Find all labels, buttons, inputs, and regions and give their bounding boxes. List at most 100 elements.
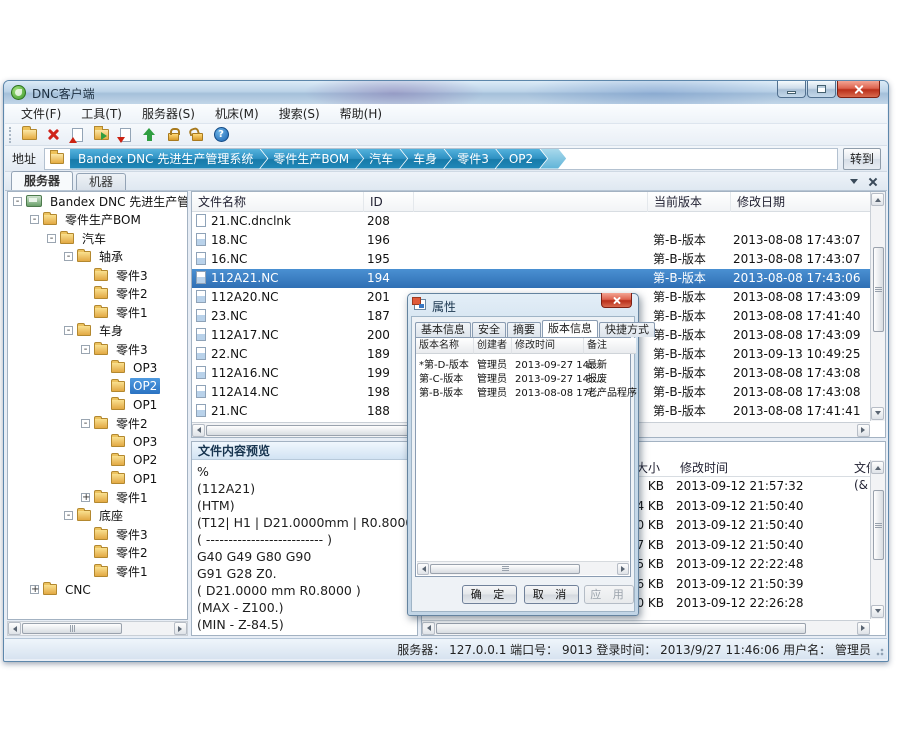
tree-item[interactable]: +CNC — [8, 581, 187, 600]
toolbar-lock-button[interactable] — [161, 125, 185, 145]
tree-item[interactable]: -OP3 — [8, 359, 187, 378]
panel-close-icon[interactable] — [868, 177, 877, 186]
scroll-down-icon[interactable] — [871, 605, 884, 618]
minimize-button[interactable] — [777, 81, 806, 98]
table-row[interactable]: 16.NC195第-B-版本2013-08-08 17:43:07 — [192, 250, 870, 269]
breadcrumb-item[interactable]: 零件3 — [444, 149, 503, 169]
table-row[interactable]: 21.NC.dnclnk208 — [192, 212, 870, 231]
tree-item[interactable]: -轴承 — [8, 248, 187, 267]
version-row[interactable]: *第-D-版本管理员2013-09-27 14:...最新 — [416, 359, 630, 373]
menu-item[interactable]: 机床(M) — [205, 103, 269, 124]
scroll-thumb[interactable] — [873, 247, 884, 332]
collapse-icon[interactable]: - — [30, 215, 39, 224]
scroll-thumb[interactable] — [430, 564, 580, 574]
attachments-vscrollbar[interactable] — [870, 460, 885, 619]
dialog-tab-基本信息[interactable]: 基本信息 — [415, 322, 471, 337]
maximize-button[interactable] — [807, 81, 836, 98]
dialog-tab-摘要[interactable]: 摘要 — [507, 322, 541, 337]
scroll-thumb[interactable] — [873, 490, 884, 560]
breadcrumb-item[interactable]: 零件生产BOM — [260, 149, 363, 169]
column-header-id[interactable]: ID — [364, 192, 414, 212]
go-button[interactable]: 转到 — [843, 148, 881, 170]
address-input[interactable]: Bandex DNC 先进生产管理系统零件生产BOM汽车车身零件3OP2 — [44, 148, 838, 170]
dialog-title-bar[interactable]: 属性 — [408, 294, 638, 315]
chevron-down-icon[interactable] — [850, 179, 858, 188]
column-header-filename[interactable]: 文件名称 — [192, 192, 364, 212]
breadcrumb-item[interactable]: 车身 — [400, 149, 451, 169]
collapse-icon[interactable]: - — [47, 234, 56, 243]
tree-item[interactable]: -OP1 — [8, 396, 187, 415]
dialog-tab-快捷方式[interactable]: 快捷方式 — [599, 322, 655, 337]
tree-item[interactable]: -车身 — [8, 322, 187, 341]
breadcrumb-item[interactable]: 汽车 — [356, 149, 407, 169]
table-row[interactable]: 112A21.NC194第-B-版本2013-08-08 17:43:06 — [192, 269, 870, 288]
file-list-vscrollbar[interactable] — [870, 192, 885, 421]
tree-hscrollbar[interactable] — [7, 621, 188, 636]
dialog-close-button[interactable] — [601, 293, 632, 308]
tree-item[interactable]: -零件生产BOM — [8, 211, 187, 230]
toolbar-check-out-file-button[interactable] — [65, 125, 89, 145]
breadcrumb-item[interactable]: OP2 — [496, 149, 547, 169]
dialog-tab-安全[interactable]: 安全 — [472, 322, 506, 337]
tree-item[interactable]: -底座 — [8, 507, 187, 526]
attachments-hscrollbar[interactable] — [422, 620, 870, 635]
tree-item[interactable]: +零件1 — [8, 488, 187, 507]
tab-机器[interactable]: 机器 — [76, 173, 126, 190]
tree-item[interactable]: -零件2 — [8, 544, 187, 563]
scroll-left-icon[interactable] — [192, 424, 205, 437]
menu-item[interactable]: 搜索(S) — [269, 103, 330, 124]
column-header-mtime[interactable]: 修改时间 — [674, 460, 844, 477]
tree-item[interactable]: -OP1 — [8, 470, 187, 489]
scroll-thumb[interactable] — [436, 623, 806, 634]
column-header-version[interactable]: 当前版本 — [647, 192, 731, 212]
toolbar-check-in-file-button[interactable] — [113, 125, 137, 145]
menu-item[interactable]: 帮助(H) — [330, 103, 392, 124]
collapse-icon[interactable]: - — [81, 419, 90, 428]
scroll-right-icon[interactable] — [857, 424, 870, 437]
tree-item[interactable]: -OP3 — [8, 433, 187, 452]
dialog-hscrollbar[interactable] — [417, 561, 629, 575]
version-column-creator[interactable]: 创建者 — [474, 338, 512, 354]
breadcrumb-item[interactable]: Bandex DNC 先进生产管理系统 — [70, 149, 267, 169]
close-button[interactable] — [837, 81, 880, 98]
ok-button[interactable]: 确 定 — [462, 585, 517, 604]
tree-item[interactable]: -汽车 — [8, 229, 187, 248]
menu-item[interactable]: 工具(T) — [71, 103, 132, 124]
scroll-left-icon[interactable] — [422, 622, 435, 635]
expand-icon[interactable]: + — [30, 585, 39, 594]
tree-item[interactable]: -零件2 — [8, 285, 187, 304]
tree-item[interactable]: -零件1 — [8, 303, 187, 322]
scroll-right-icon[interactable] — [174, 622, 187, 635]
menu-item[interactable]: 服务器(S) — [132, 103, 205, 124]
toolbar-new-folder-button[interactable] — [17, 125, 41, 145]
resize-grip[interactable] — [874, 646, 884, 656]
tree-item[interactable]: -零件3 — [8, 525, 187, 544]
collapse-icon[interactable]: - — [13, 197, 22, 206]
version-column-name[interactable]: 版本名称 — [416, 338, 474, 354]
menu-item[interactable]: 文件(F) — [11, 103, 71, 124]
scroll-down-icon[interactable] — [871, 407, 884, 420]
tree-item[interactable]: -OP2 — [8, 377, 187, 396]
scroll-left-icon[interactable] — [417, 563, 429, 575]
tab-服务器[interactable]: 服务器 — [11, 171, 73, 190]
toolbar-transfer-folder-button[interactable] — [89, 125, 113, 145]
version-column-time[interactable]: 修改时间 — [512, 338, 584, 354]
collapse-icon[interactable]: - — [81, 345, 90, 354]
scroll-up-icon[interactable] — [871, 193, 884, 206]
tree-item[interactable]: -零件2 — [8, 414, 187, 433]
scroll-left-icon[interactable] — [8, 622, 21, 635]
scroll-right-icon[interactable] — [857, 622, 870, 635]
apply-button[interactable]: 应 用 — [584, 585, 634, 604]
dialog-tab-版本信息[interactable]: 版本信息 — [542, 320, 598, 337]
toolbar-delete-button[interactable] — [41, 125, 65, 145]
tree-item[interactable]: -零件3 — [8, 340, 187, 359]
tree-item[interactable]: -OP2 — [8, 451, 187, 470]
toolbar-help-button[interactable]: ? — [209, 125, 233, 145]
version-column-note[interactable]: 备注 — [584, 338, 636, 354]
tree-item[interactable]: -零件1 — [8, 562, 187, 581]
scroll-up-icon[interactable] — [871, 461, 884, 474]
expand-icon[interactable]: + — [81, 493, 90, 502]
version-row[interactable]: 第-C-版本管理员2013-09-27 14:...报废 — [416, 373, 630, 387]
cancel-button[interactable]: 取 消 — [524, 585, 579, 604]
collapse-icon[interactable]: - — [64, 252, 73, 261]
